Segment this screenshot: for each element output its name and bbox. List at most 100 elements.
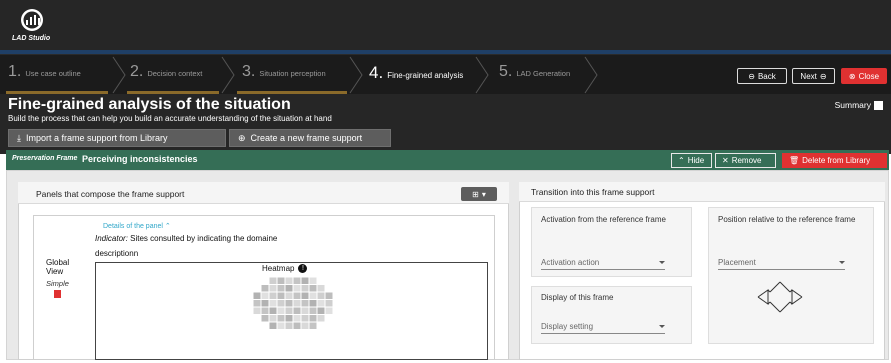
close-icon: ⊗ (848, 71, 856, 81)
chevron-up-icon: ⌃ (164, 223, 171, 230)
heatmap-cell (293, 285, 301, 292)
step-lad-generation[interactable]: 5. LAD Generation (499, 63, 570, 89)
heatmap-cell (293, 277, 301, 284)
indicator-value: Sites consulted by indicating the domain… (130, 234, 278, 243)
heatmap-cell (285, 292, 293, 299)
activation-action-select[interactable]: Activation action (541, 258, 665, 270)
hide-label: Hide (687, 156, 705, 165)
heatmap-cell (269, 285, 277, 292)
step-situation-perception[interactable]: 3. Situation perception (242, 63, 326, 89)
next-label: Next (800, 71, 817, 81)
panel-details-toggle[interactable]: Details of the panel ⌃ (103, 222, 171, 230)
heatmap-title: Heatmap ! (262, 264, 308, 273)
heatmap-cell (293, 292, 301, 299)
step-number: 3. (242, 63, 256, 80)
heatmap-cell (317, 292, 325, 299)
remove-button[interactable]: ✕ Remove (715, 153, 776, 168)
trash-icon: 🗑 (789, 156, 800, 165)
display-title: Display of this frame (541, 293, 614, 302)
app-root: LAD Studio 1. Use case outline 2. Decisi… (0, 0, 891, 363)
panel-view-name: Global View (46, 258, 70, 276)
step-use-case-outline[interactable]: 1. Use case outline (8, 63, 81, 89)
heatmap-grid (253, 277, 333, 329)
panel-description: descriptionn (95, 249, 139, 258)
chevron-down-icon (839, 261, 845, 264)
step-label: LAD Generation (516, 69, 571, 78)
step-number: 4. (369, 63, 384, 82)
next-icon: ⊖ (819, 71, 827, 81)
info-icon[interactable]: ! (298, 264, 308, 273)
heatmap-cell (317, 307, 325, 314)
chevron-down-icon: ▾ (481, 189, 486, 199)
create-frame-button[interactable]: ⊕ Create a new frame support (229, 129, 391, 147)
heatmap-cell (309, 300, 317, 307)
heatmap-cell (293, 307, 301, 314)
heatmap-cell (293, 322, 301, 329)
next-button[interactable]: Next ⊖ (792, 68, 835, 84)
heatmap-cell (277, 322, 285, 329)
add-panel-icon: ⊞ (472, 189, 479, 199)
heatmap-cell (325, 307, 333, 314)
heatmap-cell (301, 285, 309, 292)
add-circle-icon: ⊕ (238, 132, 246, 143)
summary-button[interactable]: Summary (835, 100, 883, 110)
chevron-down-icon (659, 261, 665, 264)
back-label: Back (757, 71, 776, 81)
heatmap-cell (309, 277, 317, 284)
hide-button[interactable]: ⌃ Hide (671, 153, 712, 168)
heatmap-cell (325, 300, 333, 307)
activation-title: Activation from the reference frame (541, 215, 666, 224)
summary-label: Summary (834, 100, 871, 110)
heatmap-cell (261, 315, 269, 322)
close-label: Close (858, 71, 880, 81)
heatmap-cell (285, 285, 293, 292)
heatmap-cell (269, 315, 277, 322)
heatmap-cell (309, 307, 317, 314)
heatmap-cell (325, 292, 333, 299)
back-button[interactable]: ⊖ Back (737, 68, 787, 84)
close-button[interactable]: ⊗ Close (841, 68, 887, 84)
panel-view-type: Simple (46, 279, 69, 288)
import-frame-button[interactable]: ⤓ Import a frame support from Library (8, 129, 226, 147)
step-label: Use case outline (25, 69, 81, 78)
heatmap-cell (285, 307, 293, 314)
create-label: Create a new frame support (250, 133, 363, 143)
step-fine-grained-analysis[interactable]: 4. Fine-grained analysis (369, 63, 463, 89)
step-decision-context[interactable]: 2. Decision context (130, 63, 202, 89)
heatmap-cell (269, 292, 277, 299)
heatmap-cell (309, 315, 317, 322)
placement-arrows-icon[interactable] (756, 280, 804, 314)
heatmap-cell (301, 300, 309, 307)
page-subtitle: Build the process that can help you buil… (8, 114, 332, 123)
heatmap-cell (269, 277, 277, 284)
placement-select[interactable]: Placement (718, 258, 845, 270)
top-bar (0, 0, 891, 50)
heatmap-cell (293, 315, 301, 322)
heatmap-cell (269, 300, 277, 307)
frame-type-tag: Preservation Frame (12, 155, 78, 162)
heatmap-cell (317, 285, 325, 292)
heatmap-cell (253, 300, 261, 307)
transition-card-title: Transition into this frame support (531, 187, 655, 197)
chevron-down-icon (659, 325, 665, 328)
delete-from-library-button[interactable]: 🗑 Delete from Library (782, 153, 887, 168)
add-panel-dropdown[interactable]: ⊞ ▾ (461, 187, 497, 201)
heatmap-cell (269, 307, 277, 314)
details-label: Details of the panel (103, 223, 163, 230)
close-x-icon: ✕ (722, 156, 729, 165)
heatmap-cell (309, 292, 317, 299)
step-number: 5. (499, 63, 513, 80)
remove-label: Remove (731, 156, 762, 165)
heatmap-cell (285, 322, 293, 329)
heatmap-cell (253, 292, 261, 299)
heatmap-cell (261, 300, 269, 307)
heatmap-cell (301, 315, 309, 322)
position-card (708, 207, 874, 344)
display-select-value: Display setting (541, 322, 594, 331)
panels-card-title: Panels that compose the frame support (36, 189, 185, 199)
heatmap-cell (253, 307, 261, 314)
position-title: Position relative to the reference frame (718, 215, 856, 224)
display-setting-select[interactable]: Display setting (541, 322, 665, 334)
heatmap-cell (309, 285, 317, 292)
delete-panel-trash-icon[interactable] (54, 290, 61, 298)
